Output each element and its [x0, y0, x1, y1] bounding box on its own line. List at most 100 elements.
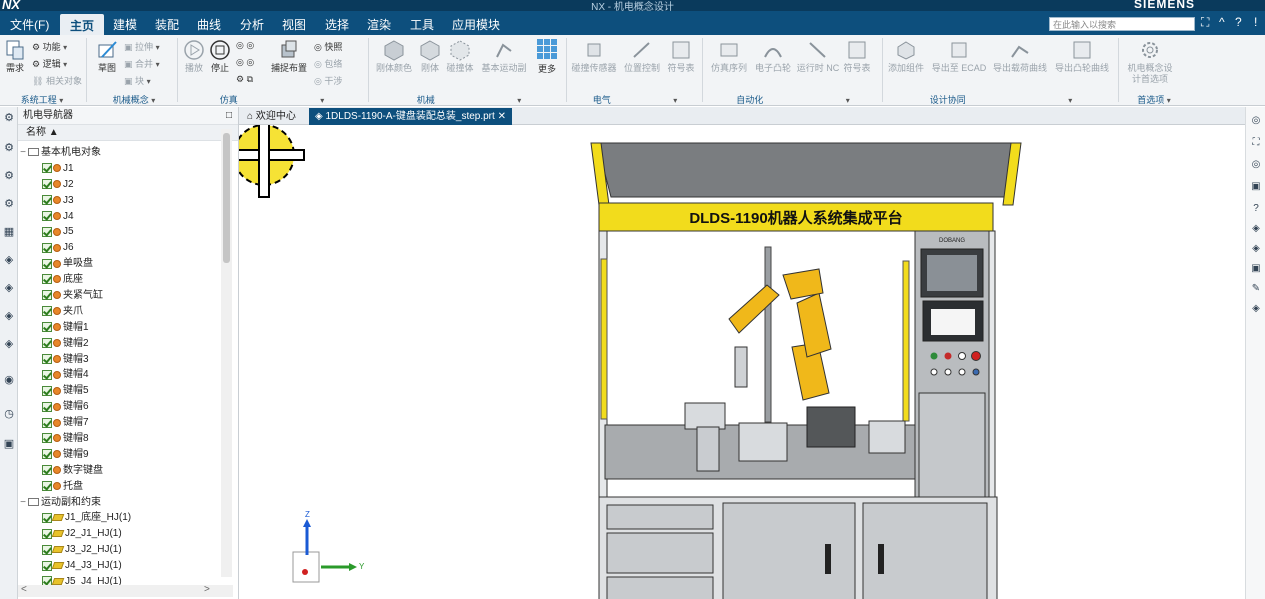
menu-file[interactable]: 文件(F) [10, 16, 49, 33]
checkbox[interactable] [42, 226, 52, 237]
block-button[interactable]: ▣ 块 ▾ [124, 74, 151, 87]
assembly-navigator-icon[interactable]: ⚙ [2, 141, 16, 155]
tree-item[interactable]: 键帽1 [18, 320, 228, 336]
sim-option-2[interactable]: ◎ ◎ [236, 57, 254, 68]
snapshot-button[interactable]: ◎ 快照 [314, 40, 342, 53]
tree-item[interactable]: J3 [18, 193, 228, 209]
tree-item[interactable]: 单吸盘 [18, 256, 228, 272]
maximize-icon[interactable]: □ [226, 107, 232, 125]
export-load-curve-button[interactable]: 导出载荷曲线 [990, 39, 1050, 74]
zoom-window-icon[interactable]: ⛶ [1249, 137, 1263, 151]
tree-item[interactable]: J4 [18, 209, 228, 225]
tree-item[interactable]: 键帽7 [18, 415, 228, 431]
tab-welcome[interactable]: ⌂ 欢迎中心 [241, 108, 302, 125]
group-system-engineering[interactable]: 系统工程 ▾ [2, 93, 82, 106]
3d-scene[interactable]: DLDS-1190机器人系统集成平台 DOBANG Z Y [239, 125, 1245, 599]
basic-joint-button[interactable]: 基本运动副 [478, 39, 530, 74]
help-icon[interactable]: ? [1235, 15, 1242, 29]
search-input[interactable]: 在此输入以搜索 [1049, 17, 1195, 31]
export-ecad-button[interactable]: 导出至 ECAD [930, 39, 988, 74]
tree-item[interactable]: J2 [18, 177, 228, 193]
checkbox[interactable] [42, 481, 52, 492]
tree-item[interactable]: J6 [18, 240, 228, 256]
tree-item[interactable]: J3_J2_HJ(1) [18, 542, 228, 558]
checkbox[interactable] [42, 433, 52, 444]
history-icon[interactable]: ◷ [2, 407, 16, 421]
rigid-color-button[interactable]: 刚体颜色 [374, 39, 414, 74]
checkbox[interactable] [42, 258, 52, 269]
menu-app-modules[interactable]: 应用模块 [452, 16, 500, 33]
collapse-icon[interactable]: − [18, 145, 28, 161]
tree-item[interactable]: 键帽8 [18, 431, 228, 447]
logic-button[interactable]: ⚙ 逻辑 ▾ [32, 57, 67, 70]
menu-render[interactable]: 渲染 [367, 16, 391, 33]
unite-button[interactable]: ▣ 合并 ▾ [124, 57, 160, 70]
checkbox[interactable] [42, 290, 52, 301]
checkbox[interactable] [42, 179, 52, 190]
add-component-button[interactable]: 添加组件 [886, 39, 926, 74]
wrap-button[interactable]: ◎ 包络 [314, 57, 342, 70]
tab-assembly-part[interactable]: ◈ 1DLDS-1190-A-键盘装配总装_step.prt ✕ [309, 108, 512, 125]
collision-body-button[interactable]: 碰撞体 [444, 39, 476, 74]
tree-item[interactable]: 底座 [18, 272, 228, 288]
interference-button[interactable]: ◎ 干涉 [314, 74, 342, 87]
search-icon[interactable]: ⌕ [1183, 16, 1189, 29]
more-icon[interactable]: ! [1254, 15, 1257, 29]
tree-item[interactable]: J1_底座_HJ(1) [18, 510, 228, 526]
checkbox[interactable] [42, 465, 52, 476]
group-automation[interactable]: 自动化 ▾ [708, 93, 878, 106]
tree-item[interactable]: 键帽4 [18, 367, 228, 383]
part-navigator-icon[interactable]: ⚙ [2, 197, 16, 211]
menu-select[interactable]: 选择 [325, 16, 349, 33]
sketch-button[interactable]: 草图 [94, 39, 120, 74]
checkbox[interactable] [42, 210, 52, 221]
tree-item[interactable]: 夹爪 [18, 304, 228, 320]
checkbox[interactable] [42, 306, 52, 317]
parts-icon[interactable]: ◈ [1249, 223, 1263, 237]
sequence-editor-icon[interactable]: ▦ [2, 225, 16, 239]
constraint-navigator-icon[interactable]: ⚙ [2, 169, 16, 183]
assembly-icon[interactable]: ◈ [1249, 243, 1263, 257]
scroll-left-icon[interactable]: < [21, 584, 27, 595]
tree-item[interactable]: J2_J1_HJ(1) [18, 526, 228, 542]
play-button[interactable]: 播放 [182, 39, 206, 74]
checkbox[interactable] [42, 242, 52, 253]
menu-view[interactable]: 视图 [282, 16, 306, 33]
menu-tools[interactable]: 工具 [410, 16, 434, 33]
scrollbar-thumb[interactable] [223, 133, 230, 263]
checkbox[interactable] [42, 417, 52, 428]
menu-home[interactable]: 主页 [60, 14, 105, 35]
tree-item[interactable]: 键帽5 [18, 383, 228, 399]
edit-icon[interactable]: ✎ [1249, 283, 1263, 297]
tree-group-joints[interactable]: − 运动副和约束 [18, 495, 228, 511]
layers-icon[interactable]: ▣ [1249, 181, 1263, 195]
collapse-ribbon-icon[interactable]: ^ [1219, 15, 1225, 29]
help-circle-icon[interactable]: ? [1249, 203, 1263, 217]
more-button[interactable]: 更多 [534, 38, 560, 75]
horizontal-scrollbar[interactable]: < > [18, 584, 233, 597]
checkbox[interactable] [42, 512, 52, 523]
position-control-button[interactable]: 位置控制 [622, 39, 662, 74]
menu-modeling[interactable]: 建模 [113, 16, 137, 33]
rigid-body-button[interactable]: 刚体 [418, 39, 442, 74]
menu-curve[interactable]: 曲线 [197, 16, 221, 33]
group-electrical[interactable]: 电气 ▾ [570, 93, 700, 106]
extrude-button[interactable]: ▣ 拉伸 ▾ [124, 40, 160, 53]
runtime-nc-button[interactable]: 运行时 NC [796, 39, 840, 74]
checkbox[interactable] [42, 385, 52, 396]
roles-icon[interactable]: ▣ [2, 437, 16, 451]
tree-item[interactable]: 键帽6 [18, 399, 228, 415]
group-mech-concept[interactable]: 机械概念 ▾ [94, 93, 174, 106]
checkbox[interactable] [42, 449, 52, 460]
electronic-cam-button[interactable]: 电子凸轮 [752, 39, 794, 74]
tree-item[interactable]: 键帽3 [18, 352, 228, 368]
tree-item[interactable]: J1 [18, 161, 228, 177]
function-button[interactable]: ⚙ 功能 ▾ [32, 40, 67, 53]
checkbox[interactable] [42, 322, 52, 333]
graphics-window[interactable]: DLDS-1190机器人系统集成平台 DOBANG Z Y [239, 125, 1245, 599]
tree-item[interactable]: 数字键盘 [18, 463, 228, 479]
tree-item[interactable]: 夹紧气缸 [18, 288, 228, 304]
checkbox[interactable] [42, 528, 52, 539]
sim-option-1[interactable]: ◎ ◎ [236, 40, 254, 51]
tree-item[interactable]: J4_J3_HJ(1) [18, 558, 228, 574]
